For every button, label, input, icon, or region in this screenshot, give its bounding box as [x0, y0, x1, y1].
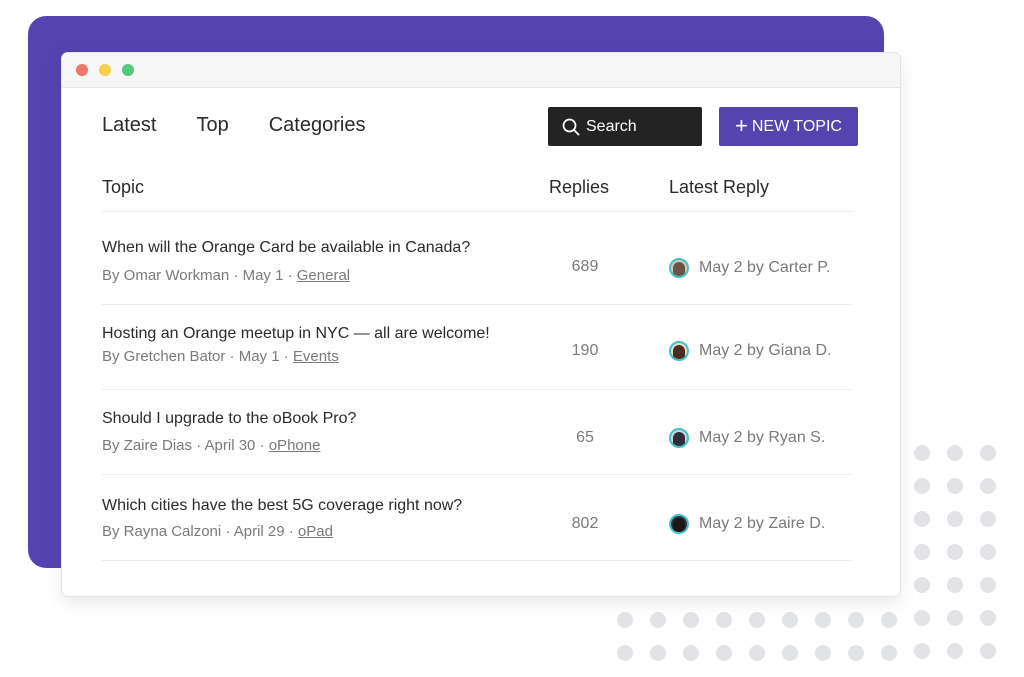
decorative-dot: [782, 612, 798, 628]
reply-count: 190: [571, 342, 599, 359]
decorative-dot: [947, 445, 963, 461]
decorative-dot: [980, 544, 996, 560]
decorative-dot: [914, 511, 930, 527]
decorative-dot: [947, 577, 963, 593]
topics-table: Topic Replies Latest Reply When will the…: [102, 163, 852, 561]
decorative-dot: [815, 612, 831, 628]
decorative-dot: [947, 544, 963, 560]
decorative-dot: [815, 645, 831, 661]
decorative-dot: [980, 478, 996, 494]
table-row[interactable]: Which cities have the best 5G coverage r…: [102, 475, 852, 561]
new-topic-button[interactable]: + NEW TOPIC: [719, 107, 858, 146]
decorative-dot: [947, 478, 963, 494]
decorative-dot: [947, 610, 963, 626]
topic-author-date: By Omar Workman · May 1 ·: [102, 267, 297, 284]
topic-title[interactable]: Which cities have the best 5G coverage r…: [102, 497, 462, 515]
avatar: [669, 258, 689, 278]
decorative-dot: [914, 445, 930, 461]
topic-meta: By Rayna Calzoni · April 29 · oPad: [102, 523, 333, 540]
decorative-dot: [980, 643, 996, 659]
topic-title[interactable]: Should I upgrade to the oBook Pro?: [102, 410, 356, 428]
topic-meta: By Gretchen Bator · May 1 · Events: [102, 348, 339, 365]
topic-category-link[interactable]: oPad: [298, 523, 333, 540]
latest-reply: May 2 by Giana D.: [669, 341, 832, 361]
avatar: [669, 428, 689, 448]
decorative-dot: [947, 511, 963, 527]
table-row[interactable]: Should I upgrade to the oBook Pro? By Za…: [102, 390, 852, 475]
topic-meta: By Omar Workman · May 1 · General: [102, 267, 350, 284]
latest-reply-text: May 2 by Carter P.: [699, 259, 831, 276]
reply-count: 802: [571, 515, 599, 532]
decorative-dot: [914, 478, 930, 494]
table-row[interactable]: When will the Orange Card be available i…: [102, 212, 852, 305]
decorative-dot: [683, 645, 699, 661]
browser-window: Latest Top Categories Search + NEW TOPIC…: [62, 53, 900, 596]
decorative-dot: [716, 612, 732, 628]
decorative-dot: [914, 610, 930, 626]
decorative-dot: [914, 577, 930, 593]
decorative-dot: [980, 511, 996, 527]
decorative-dot: [617, 612, 633, 628]
decorative-dot: [980, 610, 996, 626]
decorative-dot: [749, 645, 765, 661]
minimize-window-dot[interactable]: [99, 64, 111, 76]
window-titlebar: [62, 53, 900, 88]
reply-count: 65: [576, 429, 594, 446]
decorative-dot: [749, 612, 765, 628]
decorative-dot: [980, 445, 996, 461]
decorative-dot: [683, 612, 699, 628]
reply-count: 689: [571, 258, 599, 275]
latest-reply: May 2 by Ryan S.: [669, 428, 825, 448]
latest-reply: May 2 by Zaire D.: [669, 514, 825, 534]
latest-reply-text: May 2 by Zaire D.: [699, 515, 826, 532]
decorative-dot: [650, 645, 666, 661]
decorative-dot: [782, 645, 798, 661]
decorative-dot: [881, 645, 897, 661]
decorative-dot: [848, 645, 864, 661]
decorative-dot: [650, 612, 666, 628]
avatar: [669, 514, 689, 534]
plus-icon: +: [735, 112, 748, 138]
table-row[interactable]: Hosting an Orange meetup in NYC — all ar…: [102, 305, 852, 390]
column-header-topic: Topic: [102, 177, 145, 197]
decorative-dot: [848, 612, 864, 628]
decorative-dot: [980, 577, 996, 593]
column-header-latest-reply: Latest Reply: [669, 177, 770, 197]
topic-author-date: By Zaire Dias · April 30 ·: [102, 437, 269, 454]
decorative-dot: [617, 645, 633, 661]
topic-title[interactable]: When will the Orange Card be available i…: [102, 239, 470, 257]
topic-nav-tabs: Latest Top Categories: [102, 114, 405, 137]
search-button[interactable]: Search: [548, 107, 702, 146]
topic-category-link[interactable]: General: [297, 267, 350, 284]
topic-category-link[interactable]: oPhone: [269, 437, 321, 454]
latest-reply-text: May 2 by Giana D.: [699, 342, 832, 359]
tab-categories[interactable]: Categories: [269, 114, 366, 137]
maximize-window-dot[interactable]: [122, 64, 134, 76]
decorative-dot: [881, 612, 897, 628]
search-icon: [562, 118, 580, 135]
column-header-replies: Replies: [549, 177, 610, 197]
table-header: Topic Replies Latest Reply: [102, 163, 852, 212]
topic-author-date: By Gretchen Bator · May 1 ·: [102, 348, 293, 365]
avatar: [669, 341, 689, 361]
tab-top[interactable]: Top: [196, 114, 228, 137]
close-window-dot[interactable]: [76, 64, 88, 76]
decorative-dot: [914, 544, 930, 560]
new-topic-button-label: NEW TOPIC: [751, 117, 842, 135]
latest-reply-text: May 2 by Ryan S.: [699, 429, 826, 446]
latest-reply: May 2 by Carter P.: [669, 258, 830, 278]
decorative-dot: [716, 645, 732, 661]
decorative-dot: [947, 643, 963, 659]
topic-category-link[interactable]: Events: [293, 348, 339, 365]
search-button-label: Search: [586, 117, 637, 135]
tab-latest[interactable]: Latest: [102, 114, 156, 137]
topic-title[interactable]: Hosting an Orange meetup in NYC — all ar…: [102, 325, 490, 343]
topic-author-date: By Rayna Calzoni · April 29 ·: [102, 523, 298, 540]
topic-meta: By Zaire Dias · April 30 · oPhone: [102, 437, 320, 454]
decorative-dot: [914, 643, 930, 659]
